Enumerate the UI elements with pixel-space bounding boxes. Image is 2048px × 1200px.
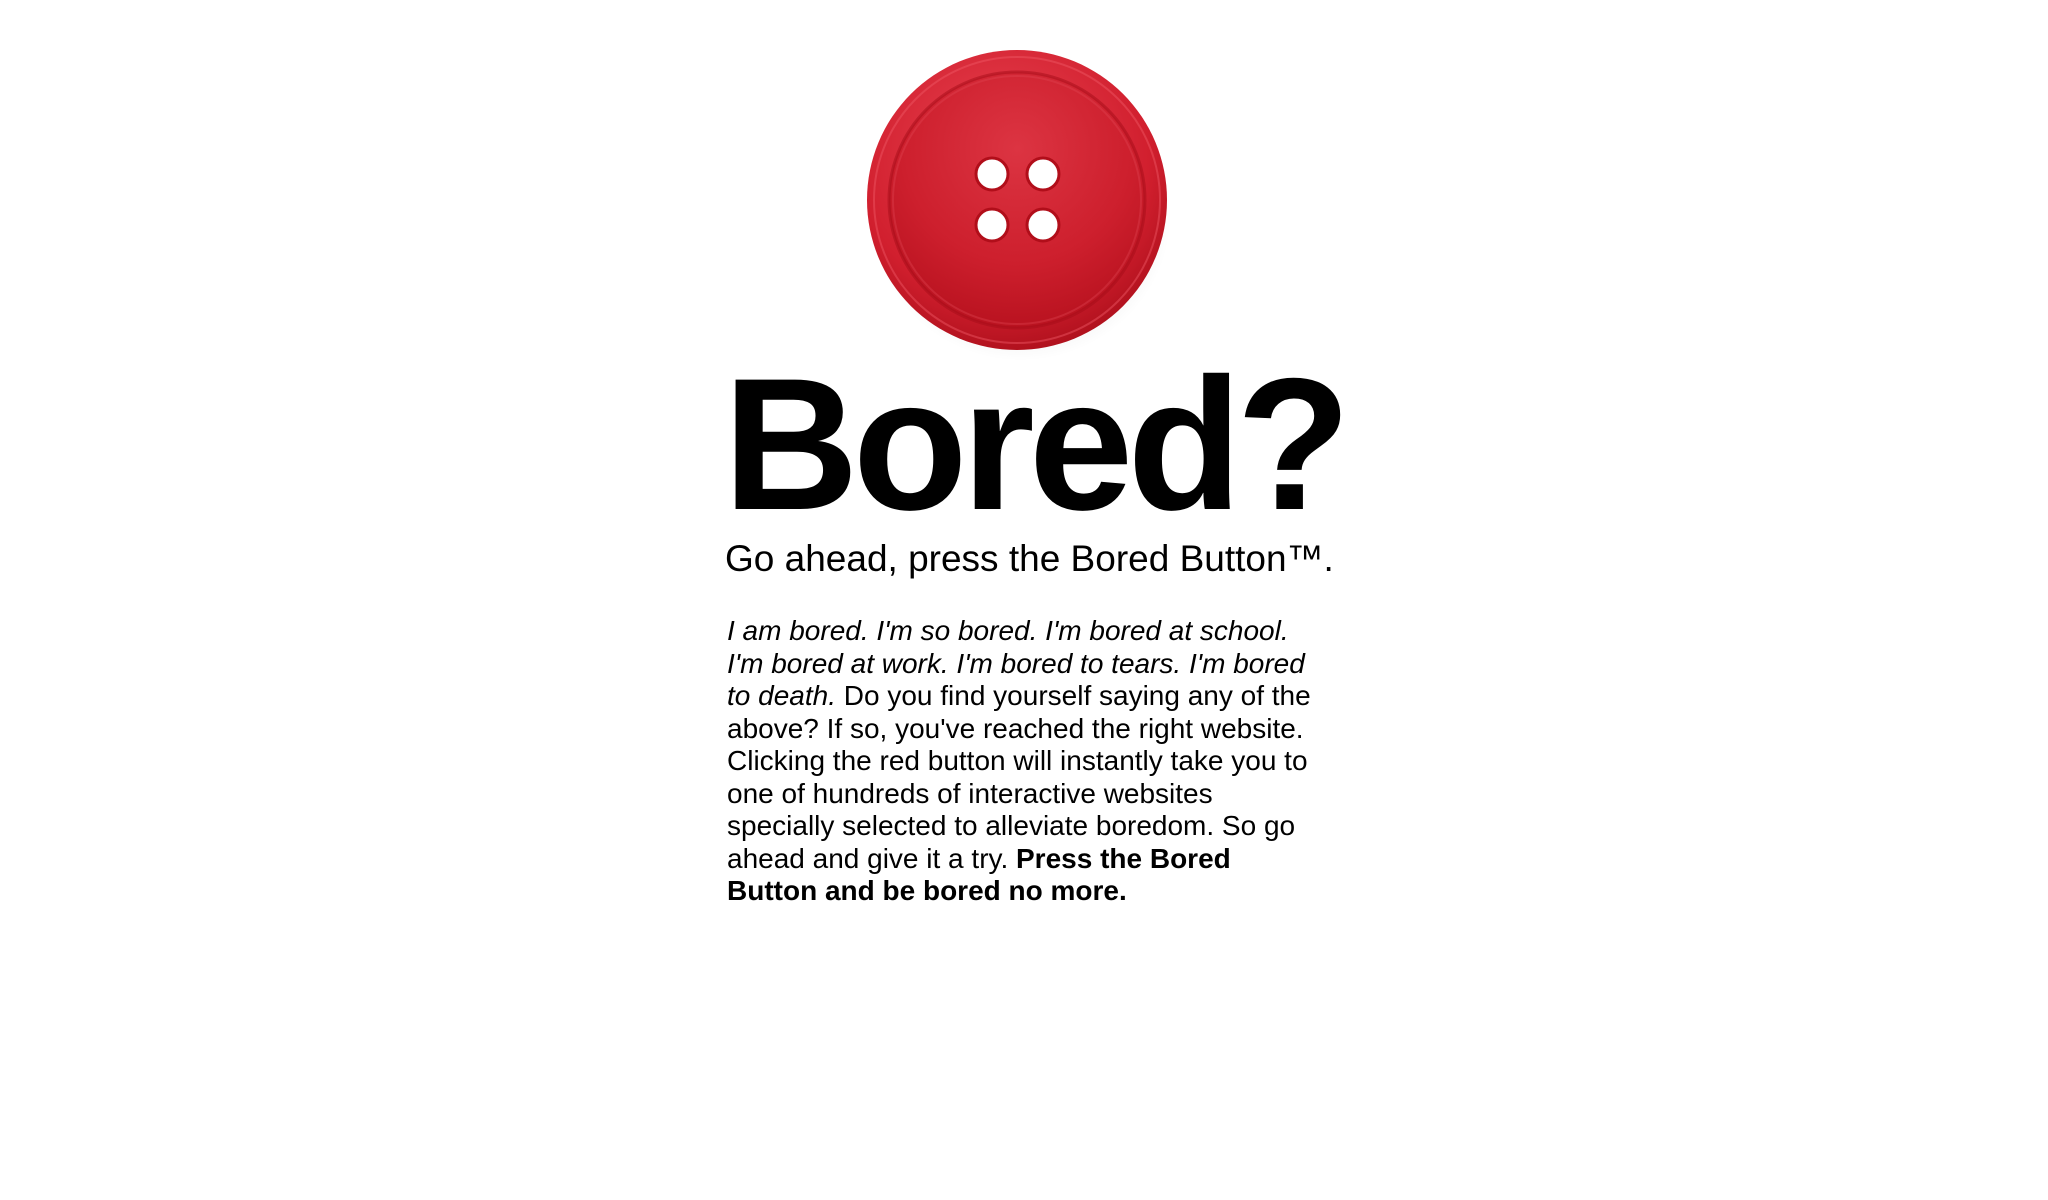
main-content: Bored? Go ahead, press the Bored Button™… xyxy=(723,339,1351,908)
description: I am bored. I'm so bored. I'm bored at s… xyxy=(727,615,1327,908)
red-button-icon xyxy=(867,50,1171,361)
page-title: Bored? xyxy=(723,339,1351,549)
tagline: Go ahead, press the Bored Button™. xyxy=(725,538,1334,579)
page: Bored? Go ahead, press the Bored Button™… xyxy=(0,0,2048,1200)
bored-button[interactable] xyxy=(867,47,1171,361)
